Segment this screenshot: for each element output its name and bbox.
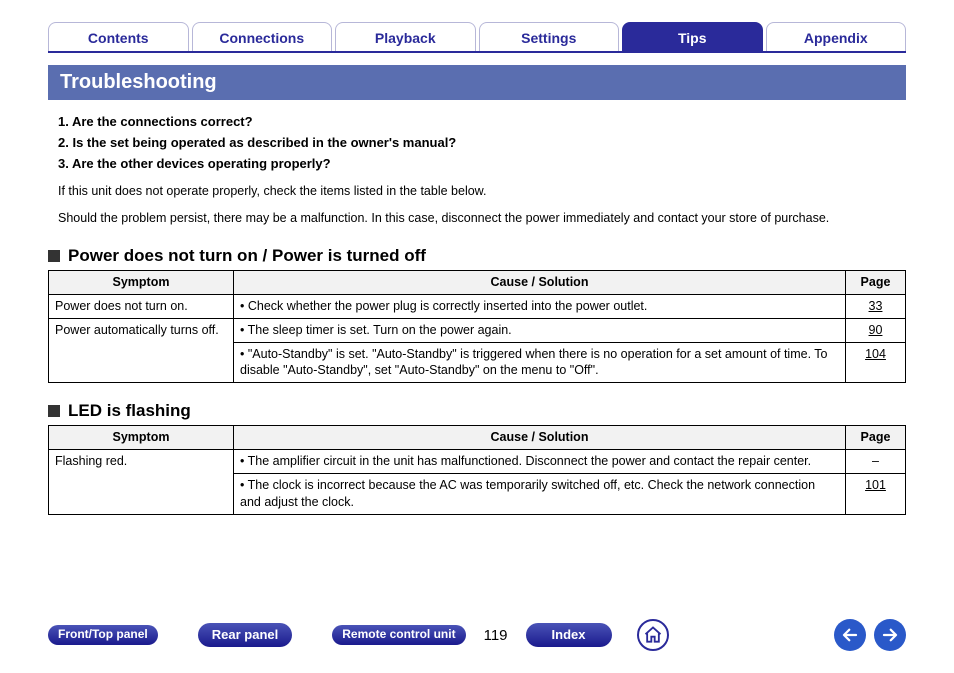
page-link[interactable]: 104 <box>865 347 886 361</box>
intro-line-1: If this unit does not operate properly, … <box>58 182 906 201</box>
tab-tips[interactable]: Tips <box>622 22 763 51</box>
front-top-panel-label: Front/Top panel <box>58 628 148 642</box>
table-row: Power automatically turns off. The sleep… <box>49 318 906 342</box>
table-header-page: Page <box>846 270 906 294</box>
page-link[interactable]: 101 <box>865 478 886 492</box>
cause-item: "Auto-Standby" is set. "Auto-Standby" is… <box>240 346 839 380</box>
prev-page-button[interactable] <box>834 619 866 651</box>
intro-line-2: Should the problem persist, there may be… <box>58 209 906 228</box>
arrow-left-icon <box>841 626 859 644</box>
tab-playback[interactable]: Playback <box>335 22 476 51</box>
home-button[interactable] <box>637 619 669 651</box>
page-title: Troubleshooting <box>48 65 906 100</box>
checklist-item-2: 2. Is the set being operated as describe… <box>58 133 906 154</box>
cell-cause: The sleep timer is set. Turn on the powe… <box>234 318 846 342</box>
tab-contents[interactable]: Contents <box>48 22 189 51</box>
section-heading-power: Power does not turn on / Power is turned… <box>48 246 906 266</box>
remote-control-unit-button[interactable]: Remote control unit <box>332 625 465 645</box>
remote-control-unit-label: Remote control unit <box>342 628 455 642</box>
tab-appendix[interactable]: Appendix <box>766 22 907 51</box>
cell-symptom: Power does not turn on. <box>49 294 234 318</box>
table-header-symptom: Symptom <box>49 270 234 294</box>
page-none: – <box>852 453 899 470</box>
next-page-button[interactable] <box>874 619 906 651</box>
table-header-cause: Cause / Solution <box>234 270 846 294</box>
cell-symptom: Flashing red. <box>49 450 234 515</box>
table-row: Power does not turn on. Check whether th… <box>49 294 906 318</box>
index-button[interactable]: Index <box>526 623 612 648</box>
page-number: 119 <box>484 627 508 644</box>
tab-connections[interactable]: Connections <box>192 22 333 51</box>
cause-item: The amplifier circuit in the unit has ma… <box>240 453 839 470</box>
arrow-right-icon <box>881 626 899 644</box>
cause-item: Check whether the power plug is correctl… <box>240 298 839 315</box>
section-heading-led: LED is flashing <box>48 401 906 421</box>
table-led: Symptom Cause / Solution Page Flashing r… <box>48 425 906 515</box>
rear-panel-button[interactable]: Rear panel <box>198 623 292 648</box>
checklist: 1. Are the connections correct? 2. Is th… <box>58 112 906 174</box>
table-header-cause: Cause / Solution <box>234 426 846 450</box>
page-link[interactable]: 33 <box>869 299 883 313</box>
front-top-panel-button[interactable]: Front/Top panel <box>48 625 158 645</box>
table-header-page: Page <box>846 426 906 450</box>
cell-cause: The amplifier circuit in the unit has ma… <box>234 450 846 474</box>
square-bullet-icon <box>48 250 60 262</box>
section-heading-led-text: LED is flashing <box>68 401 191 421</box>
tab-settings[interactable]: Settings <box>479 22 620 51</box>
table-header-symptom: Symptom <box>49 426 234 450</box>
cell-cause: "Auto-Standby" is set. "Auto-Standby" is… <box>234 342 846 383</box>
top-tabs: Contents Connections Playback Settings T… <box>48 22 906 53</box>
checklist-item-3: 3. Are the other devices operating prope… <box>58 154 906 175</box>
checklist-item-1: 1. Are the connections correct? <box>58 112 906 133</box>
cell-cause: The clock is incorrect because the AC wa… <box>234 474 846 515</box>
page-link[interactable]: 90 <box>869 323 883 337</box>
table-power: Symptom Cause / Solution Page Power does… <box>48 270 906 383</box>
cell-cause: Check whether the power plug is correctl… <box>234 294 846 318</box>
home-icon <box>643 625 663 645</box>
square-bullet-icon <box>48 405 60 417</box>
cause-item: The sleep timer is set. Turn on the powe… <box>240 322 839 339</box>
cause-item: The clock is incorrect because the AC wa… <box>240 477 839 511</box>
table-row: Flashing red. The amplifier circuit in t… <box>49 450 906 474</box>
section-heading-power-text: Power does not turn on / Power is turned… <box>68 246 426 266</box>
cell-symptom: Power automatically turns off. <box>49 318 234 383</box>
bottom-nav: Front/Top panel Rear panel Remote contro… <box>0 619 954 651</box>
